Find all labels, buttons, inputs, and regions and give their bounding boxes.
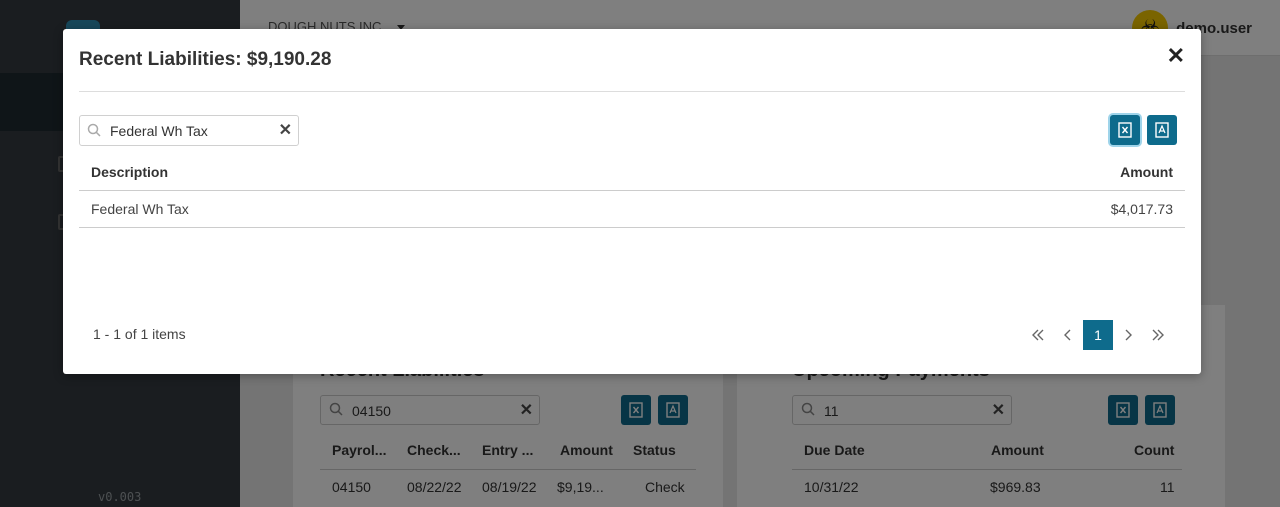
- pdf-export-icon: [1155, 122, 1169, 138]
- row-amount: $4,017.73: [1110, 201, 1173, 217]
- divider: [79, 91, 1185, 92]
- last-page-button[interactable]: [1143, 320, 1173, 350]
- first-page-button[interactable]: [1023, 320, 1053, 350]
- pager-info: 1 - 1 of 1 items: [93, 326, 186, 342]
- excel-export-button[interactable]: [1110, 115, 1140, 145]
- clear-icon[interactable]: ✕: [279, 120, 292, 140]
- chevron-left-icon: [1064, 329, 1071, 341]
- search-icon: [87, 123, 101, 137]
- excel-export-icon: [1118, 122, 1132, 138]
- next-page-button[interactable]: [1113, 320, 1143, 350]
- liabilities-modal: Recent Liabilities: $9,190.28 ✕ ✕ Descri…: [63, 29, 1201, 374]
- column-header-amount[interactable]: Amount: [1120, 164, 1173, 180]
- chevron-right-icon: [1125, 329, 1132, 341]
- table-header: Description Amount: [79, 155, 1185, 191]
- column-header-description[interactable]: Description: [91, 164, 168, 180]
- pager: 1: [1023, 320, 1173, 350]
- row-description: Federal Wh Tax: [91, 201, 189, 217]
- modal-title: Recent Liabilities: $9,190.28: [79, 49, 332, 70]
- pdf-export-button[interactable]: [1147, 115, 1177, 145]
- double-chevron-right-icon: [1152, 329, 1164, 341]
- previous-page-button[interactable]: [1053, 320, 1083, 350]
- double-chevron-left-icon: [1032, 329, 1044, 341]
- table-row[interactable]: Federal Wh Tax $4,017.73: [79, 191, 1185, 228]
- search-field[interactable]: ✕: [79, 115, 299, 146]
- search-input[interactable]: [110, 121, 270, 141]
- page-button[interactable]: 1: [1083, 320, 1113, 350]
- close-icon[interactable]: ✕: [1167, 43, 1185, 69]
